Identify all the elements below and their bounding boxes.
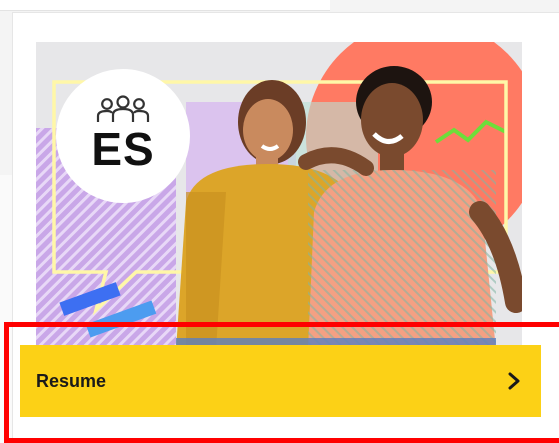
resume-label: Resume xyxy=(36,370,107,391)
resume-button[interactable]: Resume xyxy=(20,345,541,417)
top-strip xyxy=(0,0,330,11)
page: ES Resume xyxy=(0,0,559,443)
people-group-icon xyxy=(96,95,150,122)
language-badge: ES xyxy=(56,69,190,203)
chevron-right-icon xyxy=(508,372,520,390)
language-code: ES xyxy=(91,123,155,175)
side-panel-edge xyxy=(0,175,12,443)
